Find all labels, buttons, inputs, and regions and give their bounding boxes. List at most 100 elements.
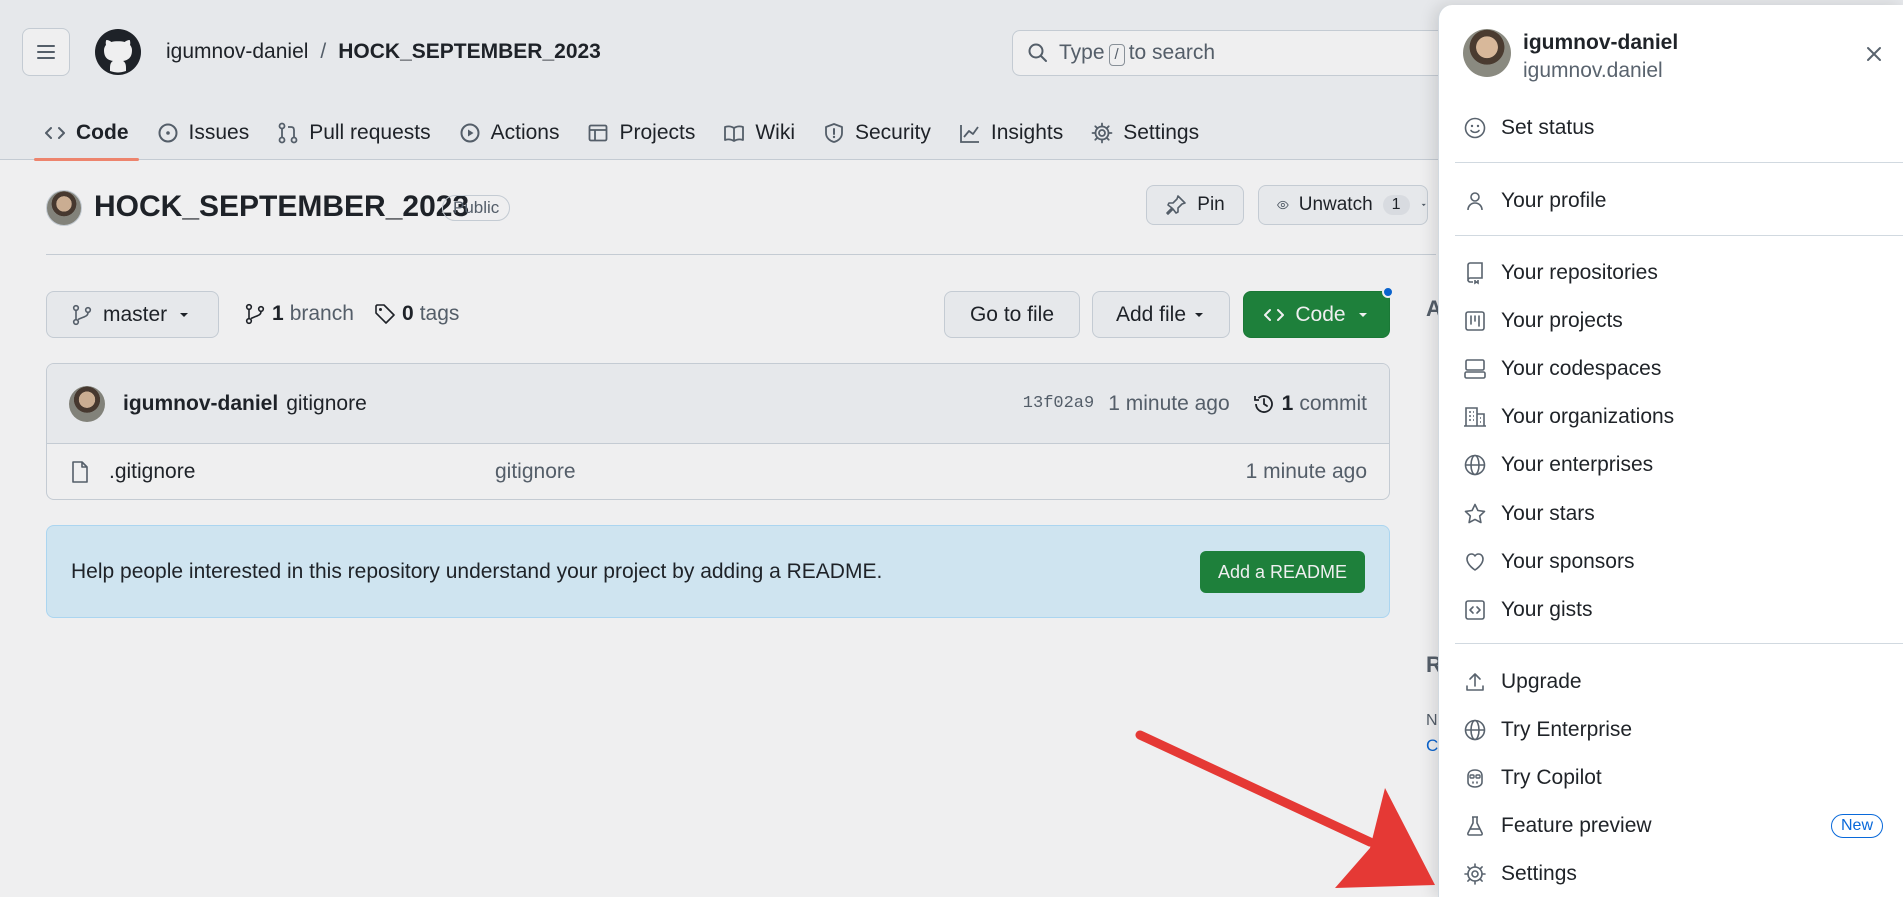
menu-button[interactable] (22, 28, 70, 76)
copilot-icon (1467, 769, 1483, 788)
readme-banner: Help people interested in this repositor… (46, 525, 1390, 618)
globe-icon (1464, 454, 1486, 476)
pull-request-icon (278, 122, 298, 144)
menu-item-label: Settings (1501, 862, 1577, 885)
branches-link[interactable]: 1 branch (244, 302, 354, 326)
visibility-badge: Public (442, 195, 511, 221)
breadcrumb-repo[interactable]: HOCK_SEPTEMBER_2023 (338, 40, 601, 64)
commit-author[interactable]: igumnov-daniel (123, 392, 278, 416)
menu-item-upgrade[interactable]: Upgrade (1463, 662, 1883, 702)
tab-security[interactable]: Security (809, 106, 945, 160)
tab-label: Projects (619, 121, 696, 144)
shield-icon (825, 123, 843, 143)
branch-select-button[interactable]: master (46, 291, 219, 338)
file-time: 1 minute ago (1245, 459, 1367, 483)
tab-insights[interactable]: Insights (945, 106, 1077, 160)
commit-message[interactable]: gitignore (286, 392, 367, 416)
gear-icon (1464, 863, 1486, 885)
menu-item-label: Your gists (1501, 598, 1593, 621)
book-icon (724, 125, 745, 142)
releases-link-partial[interactable]: C (1426, 736, 1438, 756)
user-name: igumnov.daniel (1523, 59, 1663, 82)
menu-item-your-projects[interactable]: Your projects (1463, 301, 1883, 341)
breadcrumb: igumnov-daniel / HOCK_SEPTEMBER_2023 (166, 40, 601, 64)
breadcrumb-owner[interactable]: igumnov-daniel (166, 40, 308, 64)
code-button-label: Code (1295, 302, 1346, 326)
unwatch-button[interactable]: Unwatch 1 (1258, 185, 1428, 225)
annotation-arrow (1135, 730, 1435, 888)
table-icon (589, 124, 608, 142)
menu-item-your-profile[interactable]: Your profile (1463, 181, 1883, 221)
menu-item-your-gists[interactable]: Your gists (1463, 590, 1883, 630)
tab-wiki[interactable]: Wiki (709, 106, 809, 160)
tab-label: Pull requests (309, 121, 431, 144)
hamburger-icon (37, 45, 55, 59)
owner-avatar[interactable] (46, 190, 82, 226)
tab-projects[interactable]: Projects (573, 106, 709, 160)
menu-item-settings[interactable]: Settings (1463, 854, 1883, 894)
add-readme-button[interactable]: Add a README (1199, 551, 1365, 593)
watch-count: 1 (1382, 195, 1410, 215)
eye-icon (1277, 200, 1289, 210)
repo-tabs: Code Issues Pull requests Actions Projec… (30, 106, 1213, 161)
search-input[interactable]: Type / to search (1012, 30, 1472, 76)
file-name[interactable]: .gitignore (109, 460, 495, 484)
search-shortcut-key: / (1108, 43, 1125, 66)
menu-item-your-sponsors[interactable]: Your sponsors (1463, 542, 1883, 582)
heart-icon (1466, 553, 1484, 571)
menu-item-your-codespaces[interactable]: Your codespaces (1463, 349, 1883, 389)
menu-item-your-organizations[interactable]: Your organizations (1463, 397, 1883, 437)
caret-down-icon (180, 312, 189, 317)
user-login: igumnov-daniel (1523, 31, 1679, 54)
person-icon (1467, 192, 1483, 211)
code-icon (1264, 308, 1285, 321)
codespaces-icon (1464, 359, 1486, 379)
menu-item-try-enterprise[interactable]: Try Enterprise (1463, 710, 1883, 750)
menu-item-label: Set status (1501, 116, 1595, 139)
tab-actions[interactable]: Actions (445, 106, 574, 160)
repo-title[interactable]: HOCK_SEPTEMBER_2023 (94, 190, 469, 224)
go-to-file-button[interactable]: Go to file (944, 291, 1080, 338)
tag-word: tags (419, 302, 460, 325)
releases-text-partial: N (1426, 712, 1438, 729)
star-icon (1464, 503, 1486, 524)
menu-item-label: Your enterprises (1501, 453, 1654, 476)
tab-label: Wiki (755, 121, 795, 144)
pin-button[interactable]: Pin (1146, 185, 1244, 225)
commit-history-link[interactable]: 1 commit (1252, 392, 1367, 416)
smiley-icon (1464, 117, 1486, 139)
code-button[interactable]: Code (1243, 291, 1390, 338)
menu-item-label: Feature preview (1501, 814, 1652, 837)
avatar (1463, 29, 1511, 77)
menu-item-your-stars[interactable]: Your stars (1463, 494, 1883, 534)
tab-label: Security (855, 121, 931, 144)
caret-down-icon (1195, 312, 1204, 317)
commit-sha[interactable]: 13f02a9 (1023, 394, 1094, 413)
issue-icon (158, 123, 177, 143)
github-logo-icon[interactable] (94, 28, 142, 76)
table-row[interactable]: .gitignore gitignore 1 minute ago (47, 444, 1389, 499)
tab-code[interactable]: Code (30, 106, 143, 161)
organization-icon (1464, 407, 1486, 427)
search-placeholder: Type / to search (1059, 40, 1216, 66)
commit-count: 1 (1281, 391, 1294, 415)
menu-item-feature-preview[interactable]: Feature preview New (1463, 806, 1883, 846)
tab-label: Code (76, 121, 129, 144)
avatar[interactable] (69, 385, 105, 422)
menu-item-your-enterprises[interactable]: Your enterprises (1463, 445, 1883, 485)
close-button[interactable] (1859, 39, 1889, 69)
divider (1455, 643, 1903, 644)
menu-item-label: Your organizations (1501, 405, 1675, 428)
tag-count: 0 (402, 302, 414, 325)
add-file-button[interactable]: Add file (1092, 291, 1230, 338)
menu-item-set-status[interactable]: Set status (1463, 108, 1883, 148)
tab-pull-requests[interactable]: Pull requests (263, 106, 444, 160)
tags-link[interactable]: 0 tags (374, 302, 459, 326)
menu-item-your-repositories[interactable]: Your repositories (1463, 253, 1883, 293)
tab-issues[interactable]: Issues (143, 106, 264, 160)
readme-banner-text: Help people interested in this repositor… (71, 559, 883, 583)
file-list: igumnov-daniel gitignore 13f02a9 1 minut… (46, 363, 1390, 500)
file-commit-message[interactable]: gitignore (495, 460, 576, 484)
menu-item-try-copilot[interactable]: Try Copilot (1463, 758, 1883, 798)
tab-settings[interactable]: Settings (1077, 106, 1213, 160)
